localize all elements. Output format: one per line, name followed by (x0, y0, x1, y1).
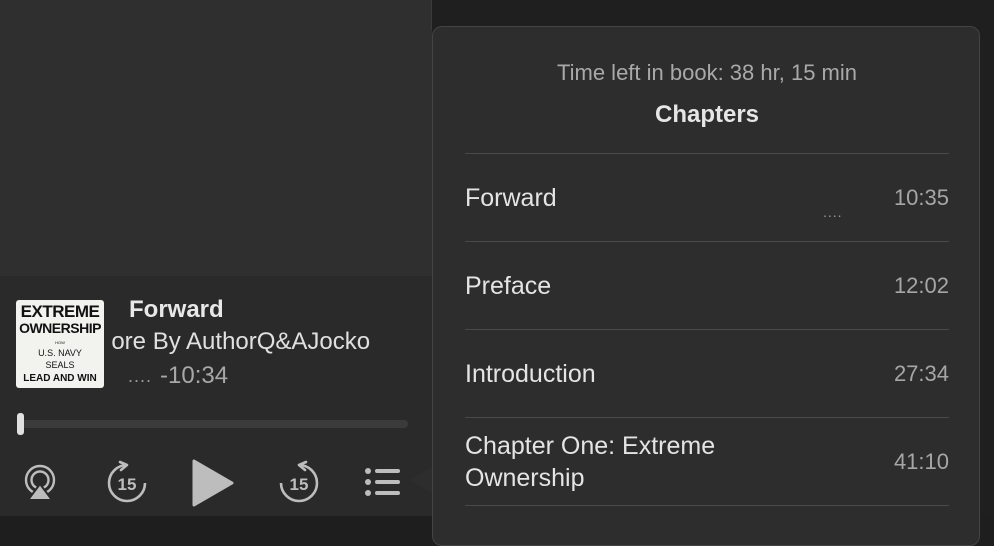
rewind-15-icon: 15 (107, 460, 147, 503)
chapters-heading: Chapters (654, 101, 760, 128)
chapter-duration: 41:10 (893, 448, 949, 474)
scrubber-handle[interactable] (17, 413, 24, 435)
chapter-list: Forward .... 10:35 Preface 12:02 Introdu… (465, 153, 949, 506)
cover-line: EXTREME (20, 302, 100, 321)
chapters-button[interactable] (364, 466, 402, 498)
time-left-in-book: Time left in book: 38 hr, 15 min (557, 60, 857, 85)
chapter-name: Chapter One: Extreme Ownership (465, 431, 716, 492)
cover-line: LEAD AND WIN (23, 373, 97, 384)
cover-line: HOW (55, 340, 65, 345)
airplay-button[interactable] (20, 462, 60, 502)
book-cover[interactable]: EXTREME OWNERSHIP HOW U.S. NAVY SEALS LE… (16, 300, 104, 388)
airplay-icon (24, 464, 56, 501)
now-playing-author: lore By AuthorQ&AJocko (112, 328, 371, 355)
artwork-area (0, 0, 432, 276)
chapter-duration: 27:34 (893, 360, 949, 386)
now-playing-author-marquee: lore By AuthorQ&AJocko (112, 328, 412, 360)
status-dots: .... (128, 366, 153, 386)
chapter-duration: 12:02 (893, 272, 949, 298)
chapter-name: Introduction (465, 359, 596, 388)
chapters-popover: Time left in book: 38 hr, 15 min Chapter… (432, 26, 980, 546)
cover-line: OWNERSHIP (19, 320, 101, 336)
now-playing-title: Forward (129, 296, 224, 323)
play-icon (192, 459, 234, 507)
forward-15-icon: 15 (279, 460, 319, 503)
scrubber-track[interactable] (18, 420, 408, 428)
list-icon (365, 468, 400, 496)
skip-forward-label: 15 (290, 475, 309, 494)
playing-indicator: .... (823, 204, 843, 220)
chapter-name: Forward (465, 183, 557, 212)
cover-line: SEALS (45, 360, 75, 370)
time-remaining: -10:34 (160, 362, 229, 389)
chapter-row-preface[interactable]: Preface 12:02 (465, 241, 949, 329)
skip-back-15-button[interactable]: 15 (104, 460, 150, 506)
skip-forward-15-button[interactable]: 15 (276, 460, 322, 506)
chapter-duration: 10:35 (893, 184, 949, 210)
chapter-row-chapter-one[interactable]: Chapter One: Extreme Ownership 41:10 (465, 417, 949, 506)
chapter-name: Preface (465, 271, 552, 300)
play-button[interactable] (190, 458, 236, 508)
skip-back-label: 15 (118, 475, 137, 494)
chapter-row-introduction[interactable]: Introduction 27:34 (465, 329, 949, 417)
pane-divider (431, 0, 432, 30)
chapter-row-forward[interactable]: Forward .... 10:35 (465, 153, 949, 241)
popover-arrow (409, 466, 433, 494)
cover-line: U.S. NAVY (38, 348, 82, 358)
